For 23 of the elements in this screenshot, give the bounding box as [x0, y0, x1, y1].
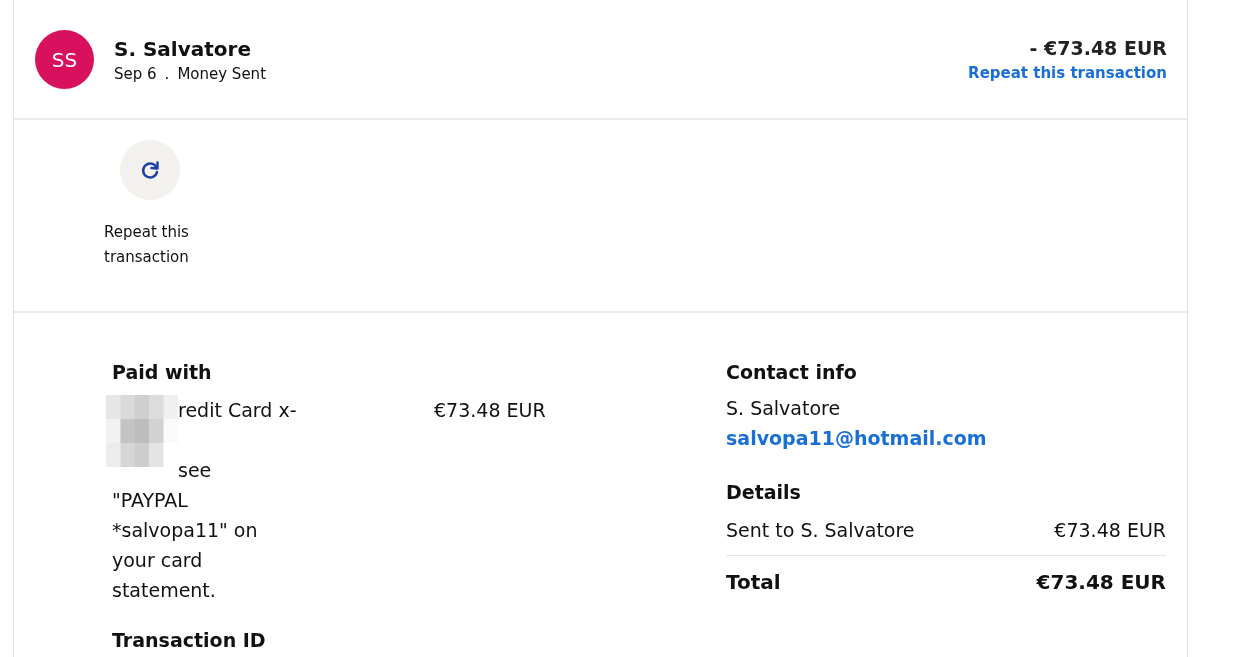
- recipient-name: S. Salvatore: [114, 36, 252, 61]
- note-fragment: see: [178, 458, 213, 483]
- section-title: Paid with: [112, 361, 213, 383]
- detail-label: Sent to S. Salvatore: [726, 518, 915, 543]
- total-amount: €73.48 EUR: [1036, 570, 1166, 594]
- action-label: Repeat this transaction: [104, 222, 190, 268]
- separator-dot: .: [164, 64, 170, 83]
- section-title: Transaction ID: [112, 629, 267, 651]
- transaction-type: Money Sent: [177, 64, 266, 83]
- total-label: Total: [726, 570, 781, 594]
- repeat-link[interactable]: Repeat this transaction: [968, 64, 1167, 82]
- redaction-mosaic: [106, 395, 178, 467]
- contact-name: S. Salvatore: [726, 396, 842, 421]
- payment-amount: €73.48 EUR: [434, 398, 546, 423]
- transaction-amount: - €73.48 EUR: [1029, 37, 1167, 59]
- section-title: Contact info: [726, 361, 858, 383]
- statement-note: "PAYPAL *salvopa11" on your card statement.: [112, 488, 259, 603]
- email-link[interactable]: salvopa11@hotmail.com: [726, 423, 1166, 453]
- transaction-date: Sep 6: [114, 64, 157, 83]
- avatar: SS: [35, 30, 94, 89]
- section-title: Details: [726, 481, 802, 503]
- payment-method: redit Card x-: [178, 398, 297, 423]
- detail-amount: €73.48 EUR: [1054, 518, 1166, 543]
